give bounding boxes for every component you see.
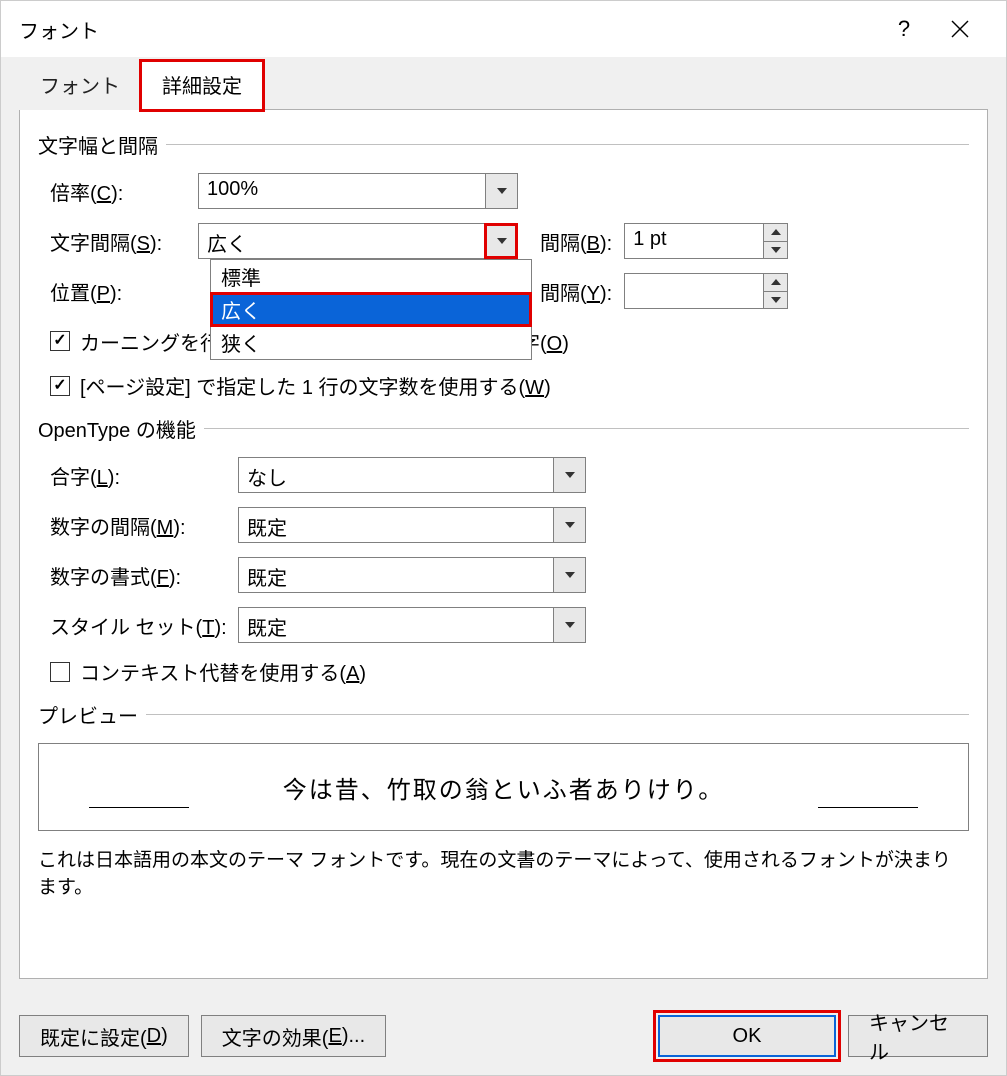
number-spacing-dropdown-button[interactable] bbox=[553, 508, 585, 542]
tab-font[interactable]: フォント bbox=[19, 61, 141, 110]
row-grid: [ページ設定] で指定した 1 行の文字数を使用する(W) bbox=[38, 371, 969, 400]
scale-dropdown-button[interactable] bbox=[485, 174, 517, 208]
chevron-down-icon bbox=[497, 238, 507, 244]
spacing-option-narrow[interactable]: 狭く bbox=[211, 326, 531, 359]
close-button[interactable] bbox=[932, 1, 988, 57]
spacing-option-standard[interactable]: 標準 bbox=[211, 260, 531, 293]
group-opentype: OpenType の機能 合字(L): なし 数字の間隔(M): 既定 bbox=[38, 414, 969, 686]
spinner-down[interactable] bbox=[764, 292, 787, 309]
divider bbox=[204, 428, 969, 429]
spacing-dropdown-list[interactable]: 標準 広く 狭く bbox=[210, 259, 532, 360]
chevron-down-icon bbox=[497, 188, 507, 194]
number-spacing-combo[interactable]: 既定 bbox=[238, 507, 586, 543]
cancel-button[interactable]: キャンセル bbox=[848, 1015, 988, 1057]
style-set-dropdown-button[interactable] bbox=[553, 608, 585, 642]
style-set-label: スタイル セット(T): bbox=[38, 611, 238, 640]
preview-box: 今は昔、竹取の翁といふ者ありけり。 bbox=[38, 743, 969, 831]
grid-checkbox[interactable] bbox=[50, 376, 70, 396]
text-effects-button[interactable]: 文字の効果(E)... bbox=[201, 1015, 386, 1057]
preview-text: 今は昔、竹取の翁といふ者ありけり。 bbox=[283, 770, 725, 805]
number-format-combo[interactable]: 既定 bbox=[238, 557, 586, 593]
titlebar: フォント ? bbox=[1, 1, 1006, 57]
spacing-option-wide[interactable]: 広く bbox=[211, 293, 531, 326]
tab-strip: フォント 詳細設定 bbox=[1, 57, 1006, 109]
by2-value[interactable] bbox=[625, 274, 763, 308]
style-set-value[interactable]: 既定 bbox=[239, 608, 553, 642]
group-title-text: OpenType の機能 bbox=[38, 414, 196, 443]
divider bbox=[166, 144, 969, 145]
chevron-down-icon bbox=[565, 622, 575, 628]
chevron-down-icon bbox=[565, 472, 575, 478]
ligatures-combo[interactable]: なし bbox=[238, 457, 586, 493]
style-set-combo[interactable]: 既定 bbox=[238, 607, 586, 643]
group-title-text: 文字幅と間隔 bbox=[38, 130, 158, 159]
spacing-value[interactable]: 広く bbox=[199, 224, 485, 258]
by2-spinner[interactable] bbox=[624, 273, 788, 309]
number-format-value[interactable]: 既定 bbox=[239, 558, 553, 592]
dialog-title: フォント bbox=[19, 15, 876, 44]
font-dialog: フォント ? フォント 詳細設定 文字幅と間隔 倍率(C): 100% bbox=[0, 0, 1007, 1076]
row-spacing: 文字間隔(S): 広く 間隔(B): 1 pt 標準 bbox=[38, 223, 969, 259]
preview-underline-right bbox=[818, 807, 918, 808]
number-format-dropdown-button[interactable] bbox=[553, 558, 585, 592]
number-spacing-label: 数字の間隔(M): bbox=[38, 511, 238, 540]
help-button[interactable]: ? bbox=[876, 1, 932, 57]
preview-underline-left bbox=[89, 807, 189, 808]
position-label: 位置(P): bbox=[38, 277, 198, 306]
kerning-label: カーニングを行 bbox=[80, 327, 220, 356]
row-ligatures: 合字(L): なし bbox=[38, 457, 969, 493]
row-contextual: コンテキスト代替を使用する(A) bbox=[38, 657, 969, 686]
tab-advanced[interactable]: 詳細設定 bbox=[141, 61, 263, 110]
dialog-footer: 既定に設定(D) 文字の効果(E)... OK キャンセル bbox=[1, 997, 1006, 1075]
row-number-spacing: 数字の間隔(M): 既定 bbox=[38, 507, 969, 543]
row-scale: 倍率(C): 100% bbox=[38, 173, 969, 209]
close-icon bbox=[951, 20, 969, 38]
group-char-spacing: 文字幅と間隔 倍率(C): 100% 文字間隔(S): 広く bbox=[38, 130, 969, 400]
group-title-text: プレビュー bbox=[38, 700, 138, 729]
number-format-label: 数字の書式(F): bbox=[38, 561, 238, 590]
ligatures-value[interactable]: なし bbox=[239, 458, 553, 492]
chevron-down-icon bbox=[565, 572, 575, 578]
set-default-button[interactable]: 既定に設定(D) bbox=[19, 1015, 189, 1057]
ligatures-label: 合字(L): bbox=[38, 461, 238, 490]
kerning-checkbox[interactable] bbox=[50, 331, 70, 351]
by1-spinner[interactable]: 1 pt bbox=[624, 223, 788, 259]
row-number-format: 数字の書式(F): 既定 bbox=[38, 557, 969, 593]
grid-label: [ページ設定] で指定した 1 行の文字数を使用する(W) bbox=[80, 371, 551, 400]
scale-value[interactable]: 100% bbox=[199, 174, 485, 208]
divider bbox=[146, 714, 969, 715]
spinner-down[interactable] bbox=[764, 242, 787, 259]
preview-description: これは日本語用の本文のテーマ フォントです。現在の文書のテーマによって、使用され… bbox=[38, 845, 969, 899]
triangle-down-icon bbox=[771, 247, 781, 253]
triangle-down-icon bbox=[771, 297, 781, 303]
spacing-dropdown-button[interactable] bbox=[485, 224, 517, 258]
dialog-body: フォント 詳細設定 文字幅と間隔 倍率(C): 100% 文字間隔 bbox=[1, 57, 1006, 1075]
contextual-checkbox[interactable] bbox=[50, 662, 70, 682]
spinner-up[interactable] bbox=[764, 224, 787, 242]
ok-button[interactable]: OK bbox=[658, 1015, 836, 1057]
triangle-up-icon bbox=[771, 229, 781, 235]
by1-value[interactable]: 1 pt bbox=[625, 224, 763, 258]
by1-label: 間隔(B): bbox=[540, 227, 612, 256]
ligatures-dropdown-button[interactable] bbox=[553, 458, 585, 492]
by2-label: 間隔(Y): bbox=[540, 277, 612, 306]
number-spacing-value[interactable]: 既定 bbox=[239, 508, 553, 542]
scale-combo[interactable]: 100% bbox=[198, 173, 518, 209]
group-preview: プレビュー 今は昔、竹取の翁といふ者ありけり。 これは日本語用の本文のテーマ フ… bbox=[38, 700, 969, 899]
group-title-preview: プレビュー bbox=[38, 700, 969, 729]
spinner-buttons bbox=[763, 274, 787, 308]
spinner-up[interactable] bbox=[764, 274, 787, 292]
spacing-combo[interactable]: 広く bbox=[198, 223, 518, 259]
chevron-down-icon bbox=[565, 522, 575, 528]
spinner-buttons bbox=[763, 224, 787, 258]
row-style-set: スタイル セット(T): 既定 bbox=[38, 607, 969, 643]
group-title-opentype: OpenType の機能 bbox=[38, 414, 969, 443]
tab-panel: 文字幅と間隔 倍率(C): 100% 文字間隔(S): 広く bbox=[19, 109, 988, 979]
group-title-char-spacing: 文字幅と間隔 bbox=[38, 130, 969, 159]
contextual-label: コンテキスト代替を使用する(A) bbox=[80, 657, 366, 686]
scale-label: 倍率(C): bbox=[38, 177, 198, 206]
spacing-label: 文字間隔(S): bbox=[38, 227, 198, 256]
triangle-up-icon bbox=[771, 279, 781, 285]
